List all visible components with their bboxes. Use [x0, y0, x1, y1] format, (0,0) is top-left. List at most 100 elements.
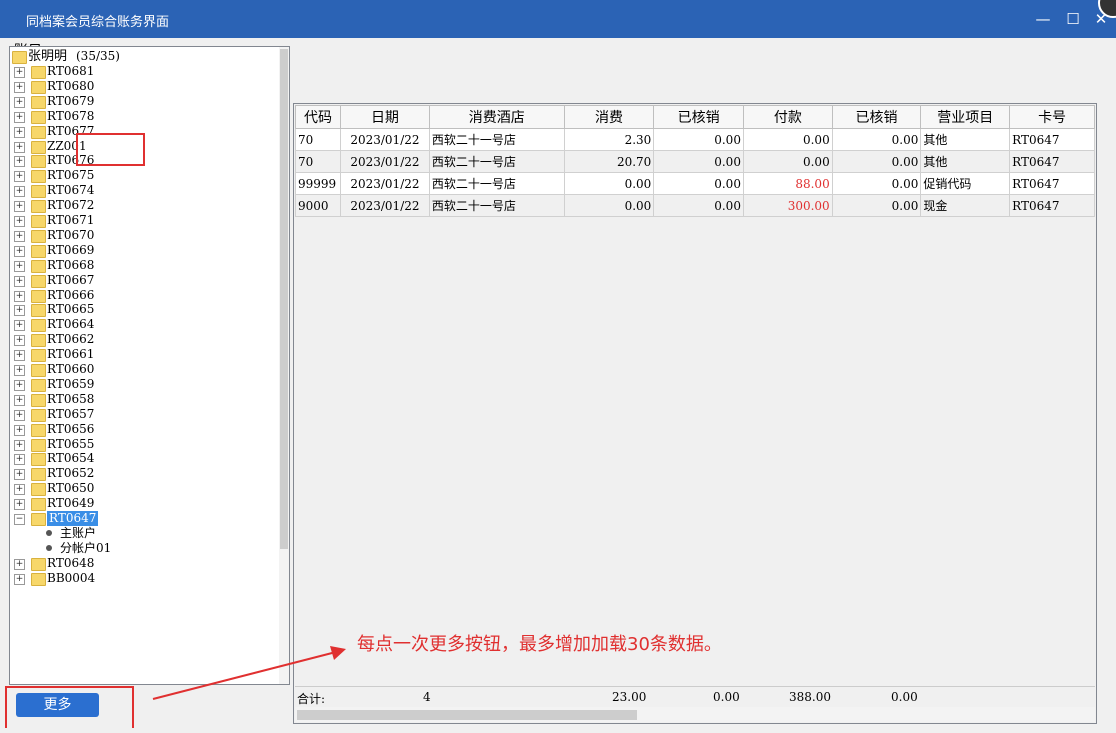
cell-item: 其他	[920, 128, 1011, 151]
tree-item-label: RT0654	[47, 451, 95, 466]
window-title: 同档案会员综合账务界面	[26, 15, 170, 30]
maximize-icon[interactable]: ☐	[1064, 10, 1082, 28]
folder-icon	[31, 185, 46, 199]
cell-item: 促销代码	[920, 172, 1011, 195]
cell-card: RT0647	[1009, 150, 1095, 173]
cell-cleared: 0.00	[653, 128, 744, 151]
folder-icon	[31, 155, 46, 169]
tree-item-label: RT0670	[47, 227, 95, 242]
annotation-text: 每点一次更多按钮，最多增加加载30条数据。	[357, 634, 722, 655]
tree-scrollbar[interactable]	[279, 47, 289, 684]
column-header[interactable]: 代码	[295, 105, 341, 129]
column-header[interactable]: 付款	[742, 105, 833, 129]
expand-icon[interactable]: +	[14, 394, 25, 406]
cell-payment: 0.00	[742, 128, 833, 151]
expand-icon[interactable]: +	[14, 260, 25, 272]
expand-icon[interactable]: +	[14, 350, 25, 362]
tree-item-label: RT0647	[47, 511, 99, 526]
expand-icon[interactable]: +	[14, 67, 25, 78]
grid-scrollbar-thumb[interactable]	[297, 710, 637, 720]
expand-icon[interactable]: +	[14, 335, 25, 347]
bullet-icon	[46, 544, 52, 551]
folder-icon	[31, 244, 46, 258]
title-bar: 同档案会员综合账务界面 — ☐ ✕	[0, 0, 1116, 38]
expand-icon[interactable]: +	[14, 365, 25, 376]
cell-cleared: 0.00	[653, 172, 744, 195]
more-button[interactable]: 更多	[16, 693, 99, 717]
table-row[interactable]: 70 2023/01/22 西软二十一号店 2.30 0.00 0.00 0.0…	[295, 128, 1095, 151]
grid-horizontal-scrollbar[interactable]	[295, 707, 1095, 722]
expand-icon[interactable]: +	[14, 573, 25, 585]
expand-icon[interactable]: +	[14, 111, 25, 123]
tree-root-count: (35/35)	[76, 49, 120, 63]
expand-icon[interactable]: +	[14, 245, 25, 257]
expand-icon[interactable]: +	[14, 126, 25, 138]
column-header[interactable]: 卡号	[1009, 105, 1095, 129]
expand-icon[interactable]: +	[14, 171, 25, 183]
table-row[interactable]: 99999 2023/01/22 西软二十一号店 0.00 0.00 88.00…	[295, 172, 1095, 195]
totals-label: 合计:	[297, 692, 326, 706]
column-header[interactable]: 消费	[563, 105, 655, 129]
expand-icon[interactable]: +	[14, 320, 25, 332]
cell-payment: 300.00	[742, 194, 833, 217]
folder-icon	[31, 408, 46, 422]
cell-item: 其他	[920, 150, 1011, 173]
expand-icon[interactable]: +	[14, 141, 25, 153]
expand-icon[interactable]: +	[14, 454, 25, 466]
expand-icon[interactable]: +	[14, 275, 25, 287]
expand-icon[interactable]: +	[14, 558, 25, 570]
table-row[interactable]: 70 2023/01/22 西软二十一号店 20.70 0.00 0.00 0.…	[295, 150, 1095, 173]
tree-item-label: RT0652	[47, 466, 95, 481]
expand-icon[interactable]: +	[14, 424, 25, 436]
column-header[interactable]: 已核销	[831, 105, 922, 129]
expand-icon[interactable]: +	[14, 379, 25, 391]
cell-date: 2023/01/22	[339, 150, 430, 173]
tree-item-label: RT0664	[47, 317, 95, 332]
expand-icon[interactable]: +	[14, 499, 25, 511]
tree-scrollbar-thumb[interactable]	[280, 49, 288, 549]
expand-icon[interactable]: +	[14, 230, 25, 242]
folder-icon	[31, 334, 46, 348]
column-header[interactable]: 已核销	[653, 105, 744, 129]
cell-payment: 88.00	[742, 172, 833, 195]
folder-icon	[31, 125, 46, 139]
collapse-icon[interactable]: −	[14, 514, 25, 525]
cell-code: 9000	[295, 194, 341, 217]
tree-item-label: RT0675	[47, 168, 95, 183]
folder-icon	[31, 229, 46, 243]
expand-icon[interactable]: +	[14, 216, 25, 227]
column-header[interactable]: 营业项目	[920, 105, 1011, 129]
folder-icon	[31, 289, 46, 303]
folder-icon	[31, 80, 46, 94]
transactions-table: 代码 日期 消费酒店 消费 已核销 付款 已核销 营业项目 卡号 70 2023…	[295, 105, 1095, 217]
cell-date: 2023/01/22	[339, 128, 430, 151]
expand-icon[interactable]: +	[14, 186, 25, 198]
folder-icon	[31, 110, 46, 124]
expand-icon[interactable]: +	[14, 484, 25, 496]
window-bottom-edge	[0, 728, 1116, 733]
tree-item-label: RT0669	[47, 242, 95, 257]
expand-icon[interactable]: +	[14, 290, 25, 302]
cell-card: RT0647	[1009, 194, 1095, 217]
folder-icon	[31, 483, 46, 497]
column-header[interactable]: 消费酒店	[428, 105, 565, 129]
tree-subitem-label: 主账户	[60, 525, 97, 540]
column-header[interactable]: 日期	[339, 105, 430, 129]
expand-icon[interactable]: +	[14, 96, 25, 108]
minimize-icon[interactable]: —	[1034, 10, 1052, 28]
tree-item-label: RT0658	[47, 391, 95, 406]
expand-icon[interactable]: +	[14, 156, 25, 168]
table-row[interactable]: 9000 2023/01/22 西软二十一号店 0.00 0.00 300.00…	[295, 194, 1095, 217]
expand-icon[interactable]: +	[14, 469, 25, 481]
expand-icon[interactable]: +	[14, 201, 25, 213]
expand-icon[interactable]: +	[14, 409, 25, 421]
cell-consume: 0.00	[563, 172, 655, 195]
expand-icon[interactable]: +	[14, 81, 25, 93]
folder-icon	[31, 200, 46, 214]
expand-icon[interactable]: +	[14, 439, 25, 451]
expand-icon[interactable]: +	[14, 305, 25, 317]
folder-icon	[31, 259, 46, 273]
folder-icon	[31, 140, 46, 154]
cell-cleared-payment: 0.00	[831, 172, 922, 195]
cell-cleared-payment: 0.00	[831, 194, 922, 217]
